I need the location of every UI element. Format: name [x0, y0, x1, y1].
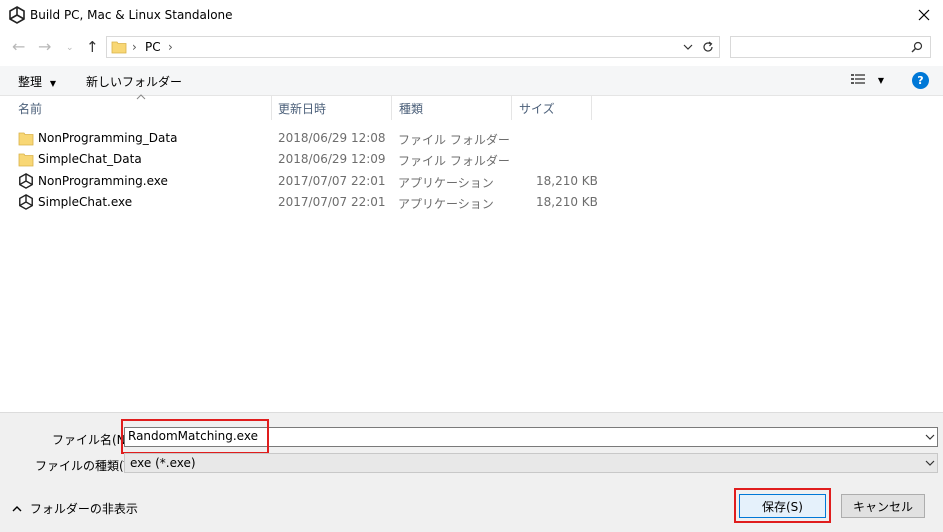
- file-list: NonProgramming_Data 2018/06/29 12:08 ファイ…: [0, 126, 943, 412]
- file-type: アプリケーション: [398, 197, 494, 211]
- dropdown-arrow-icon: ▼: [49, 79, 56, 88]
- column-header-name[interactable]: 名前: [18, 100, 42, 117]
- unity-app-icon: [19, 173, 33, 189]
- chevron-down-icon[interactable]: [683, 44, 693, 51]
- column-header-date[interactable]: 更新日時: [278, 100, 326, 117]
- file-size: 18,210 KB: [536, 195, 598, 209]
- details-view-icon: [851, 74, 865, 84]
- organize-menu[interactable]: 整理 ▼: [18, 73, 56, 90]
- breadcrumb-separator[interactable]: ›: [132, 40, 137, 54]
- file-name: SimpleChat.exe: [38, 195, 133, 209]
- recent-locations-chevron-icon[interactable]: ⌄: [66, 40, 74, 56]
- filetype-select[interactable]: exe (*.exe): [124, 453, 938, 473]
- search-icon: [911, 41, 923, 53]
- breadcrumb-pc[interactable]: PC: [145, 40, 161, 54]
- address-bar[interactable]: › PC ›: [106, 36, 720, 58]
- view-dropdown-arrow-icon: ▼: [877, 76, 884, 85]
- window-title: Build PC, Mac & Linux Standalone: [30, 8, 233, 22]
- file-row[interactable]: SimpleChat.exe 2017/07/07 22:01 アプリケーション…: [12, 191, 602, 213]
- view-options-button[interactable]: ▼: [850, 72, 884, 89]
- file-type: アプリケーション: [398, 176, 494, 190]
- save-button[interactable]: 保存(S): [739, 494, 826, 518]
- folder-icon: [111, 41, 127, 54]
- column-divider[interactable]: [591, 96, 592, 120]
- hide-folders-label: フォルダーの非表示: [29, 502, 138, 516]
- chevron-down-icon[interactable]: [925, 460, 935, 467]
- file-row[interactable]: NonProgramming_Data 2018/06/29 12:08 ファイ…: [12, 127, 602, 149]
- sort-ascending-icon: [136, 94, 146, 100]
- cancel-button[interactable]: キャンセル: [841, 494, 925, 518]
- refresh-icon[interactable]: [702, 41, 714, 53]
- file-size: 18,210 KB: [536, 174, 598, 188]
- folder-icon: [18, 153, 34, 167]
- column-divider[interactable]: [391, 96, 392, 120]
- file-date: 2018/06/29 12:08: [278, 131, 386, 145]
- filetype-value: exe (*.exe): [130, 456, 196, 470]
- column-header-type[interactable]: 種類: [399, 100, 423, 117]
- close-icon: [918, 9, 930, 21]
- file-date: 2018/06/29 12:09: [278, 152, 386, 166]
- file-date: 2017/07/07 22:01: [278, 174, 386, 188]
- column-divider[interactable]: [511, 96, 512, 120]
- hide-folders-toggle[interactable]: フォルダーの非表示: [12, 500, 138, 517]
- new-folder-button[interactable]: 新しいフォルダー: [86, 73, 182, 90]
- chevron-down-icon[interactable]: [925, 434, 935, 441]
- file-row[interactable]: NonProgramming.exe 2017/07/07 22:01 アプリケ…: [12, 170, 602, 192]
- unity-logo-icon: [9, 6, 25, 24]
- chevron-up-icon: [12, 506, 22, 512]
- help-icon[interactable]: ?: [912, 72, 929, 89]
- file-name: NonProgramming_Data: [38, 131, 178, 145]
- organize-label: 整理: [18, 75, 43, 89]
- file-date: 2017/07/07 22:01: [278, 195, 386, 209]
- breadcrumb-separator-end[interactable]: ›: [168, 40, 173, 54]
- close-button[interactable]: [905, 0, 943, 30]
- unity-app-icon: [19, 194, 33, 210]
- file-type: ファイル フォルダー: [398, 133, 510, 147]
- up-arrow-icon[interactable]: ↑: [86, 38, 99, 56]
- file-type: ファイル フォルダー: [398, 154, 510, 168]
- column-divider[interactable]: [271, 96, 272, 120]
- search-input[interactable]: [730, 36, 931, 58]
- file-name: NonProgramming.exe: [38, 174, 168, 188]
- file-row[interactable]: SimpleChat_Data 2018/06/29 12:09 ファイル フォ…: [12, 148, 602, 170]
- file-name: SimpleChat_Data: [38, 152, 142, 166]
- column-header-size[interactable]: サイズ: [519, 100, 555, 117]
- back-arrow-icon[interactable]: ←: [12, 39, 25, 55]
- forward-arrow-icon[interactable]: →: [38, 39, 51, 55]
- folder-icon: [18, 132, 34, 146]
- filename-input[interactable]: RandomMatching.exe: [128, 429, 258, 443]
